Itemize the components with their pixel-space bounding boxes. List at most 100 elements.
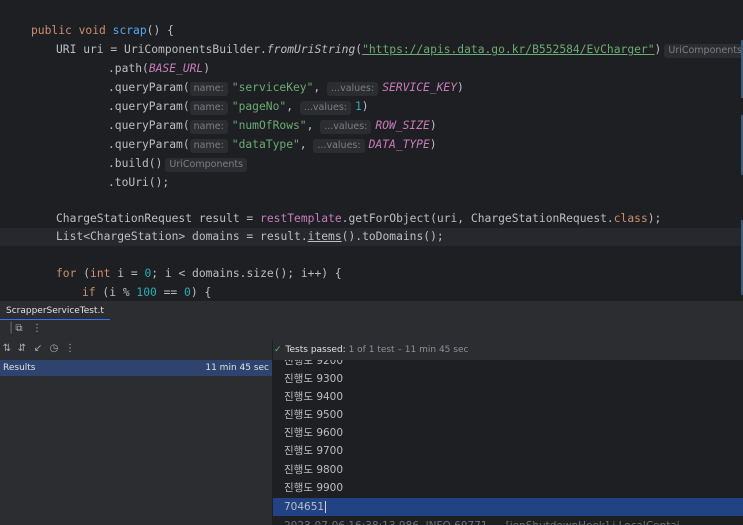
code-text: (i % (95, 286, 137, 299)
code-line: for (int i = 0; i < domains.size(); i++)… (56, 265, 342, 283)
code-text: .queryParam( (108, 81, 190, 94)
code-text: ) (361, 100, 369, 113)
keyword: void (78, 24, 106, 37)
field-name: restTemplate (260, 212, 342, 225)
code-text: ().toDomains(); (341, 230, 444, 243)
code-text: .toUri(); (108, 176, 170, 189)
keyword: for (56, 267, 77, 280)
code-line: .path(BASE_URL) (108, 60, 210, 78)
code-text: ) (429, 119, 437, 132)
code-text: ( (76, 267, 91, 280)
console-line: 진행도 9400 (284, 391, 344, 403)
code-text: ) (654, 43, 662, 56)
run-toolbar-top: │ ⧉ ⋮ (0, 320, 743, 340)
code-text: == (156, 286, 185, 299)
console-line: 진행도 9900 (284, 482, 344, 494)
text-caret (325, 501, 327, 513)
more-options-icon[interactable]: ⋮ (63, 342, 77, 356)
run-tab[interactable]: ScrapperServiceTest.t (0, 301, 110, 321)
more-options-icon[interactable]: ⋮ (30, 322, 44, 336)
method-name: fromUriString (266, 43, 356, 56)
code-line: if (i % 100 == 0) { (82, 284, 211, 300)
code-editor[interactable]: public void scrap() { URI uri = UriCompo… (0, 0, 743, 300)
method-name: items (307, 230, 342, 243)
string-literal: "pageNo" (231, 100, 287, 113)
code-text: ) (203, 62, 211, 75)
console-line: 진행도 9300 (284, 373, 344, 385)
number-literal: 100 (136, 286, 157, 299)
test-status: ✓ Tests passed: 1 of 1 test – 11 min 45 s… (274, 342, 468, 358)
code-text: ; i < domains.size(); i++) { (151, 267, 342, 280)
code-line: public void scrap() { (31, 22, 174, 40)
code-line: .queryParam(name: "numOfRows", ...values:… (108, 117, 437, 135)
code-line: .toUri(); (108, 174, 169, 192)
test-results-tree: Results 11 min 45 sec (0, 360, 272, 525)
number-literal: 1 (354, 100, 362, 113)
code-text: .getForObject(uri, ChargeStationRequest. (341, 212, 614, 225)
code-text: , (299, 138, 314, 151)
tests-passed-label: Tests passed: (285, 345, 346, 355)
code-text: , (306, 119, 321, 132)
param-hint: ...values: (327, 82, 379, 96)
console-line: 진행도 9500 (284, 409, 344, 421)
sort-icon[interactable]: ⇅ (0, 342, 14, 356)
code-line: .queryParam(name: "pageNo", ...values: 1) (108, 98, 369, 116)
param-hint: name: (189, 82, 228, 96)
console-output[interactable]: 진행도 9200 진행도 9300 진행도 9400 진행도 9500 진행도 … (273, 360, 743, 525)
string-literal: "numOfRows" (231, 119, 307, 132)
code-text: .queryParam( (108, 119, 190, 132)
constant: ROW_SIZE (375, 119, 430, 132)
code-line: .build() UriComponents (108, 155, 248, 173)
console-line: 진행도 9700 (284, 445, 344, 457)
console-line: 진행도 9200 (284, 360, 344, 367)
code-text: ); (647, 212, 662, 225)
constant: BASE_URL (148, 62, 204, 75)
tests-passed-detail: 1 of 1 test – 11 min 45 sec (348, 345, 469, 355)
code-text: ) (429, 138, 437, 151)
run-toolbar: ⇅ ⇵ ↙ ◷ ⋮ ✓ Tests passed: 1 of 1 test – 1… (0, 340, 743, 360)
number-literal: 0 (184, 286, 191, 299)
type-hint: UriComponents (165, 158, 248, 172)
param-hint: ...values: (299, 101, 351, 115)
code-line: .queryParam(name: "dataType", ...values: D… (108, 136, 437, 154)
constant: SERVICE_KEY (382, 81, 458, 94)
code-text: URI uri = UriComponentsBuilder. (56, 43, 267, 56)
check-icon: ✓ (274, 345, 282, 355)
sort-by-duration-icon[interactable]: ⇵ (15, 342, 29, 356)
camera-icon[interactable]: ⧉ (12, 322, 26, 336)
code-text: , (286, 100, 300, 113)
param-hint: name: (189, 139, 228, 153)
code-line: URI uri = UriComponentsBuilder.fromUriSt… (56, 41, 743, 59)
history-icon[interactable]: ◷ (47, 342, 61, 356)
constant: DATA_TYPE (368, 138, 430, 151)
type-hint: UriComponentsBuilder (664, 44, 743, 58)
string-literal: "serviceKey" (231, 81, 314, 94)
code-text: () { (146, 24, 174, 37)
console-line: 2023-07-06 16:38:13.986 INFO 69771 --- [… (284, 517, 680, 525)
param-hint: ...values: (320, 120, 372, 134)
code-text: ChargeStationRequest result = (56, 212, 261, 225)
url-link[interactable]: "https://apis.data.go.kr/B552584/EvCharg… (362, 43, 654, 56)
console-line: 진행도 9600 (284, 427, 344, 439)
keyword: class (613, 212, 648, 225)
code-line: .queryParam(name: "serviceKey", ...values… (108, 79, 464, 97)
method-name: scrap (112, 24, 147, 37)
run-tool-window-tabs: ScrapperServiceTest.t (0, 300, 743, 321)
param-hint: name: (189, 120, 228, 134)
param-hint: name: (189, 101, 228, 115)
results-label: Results (3, 363, 36, 373)
code-text: .queryParam( (108, 138, 190, 151)
code-line: ChargeStationRequest result = restTempla… (56, 210, 661, 228)
code-text: ) { (190, 286, 212, 299)
code-text: .path( (108, 62, 149, 75)
test-tree-row[interactable]: Results 11 min 45 sec (0, 360, 272, 376)
selected-line-highlight (273, 498, 743, 516)
param-hint: ...values: (313, 139, 365, 153)
collapse-icon[interactable]: ↙ (31, 342, 45, 356)
console-line: 진행도 9800 (284, 464, 344, 476)
code-text: ) (457, 81, 464, 94)
code-text: .build() (108, 157, 163, 170)
code-text: List<ChargeStation> domains = result. (56, 230, 308, 243)
results-duration: 11 min 45 sec (205, 363, 269, 373)
console-result-value: 704651 (284, 501, 325, 513)
